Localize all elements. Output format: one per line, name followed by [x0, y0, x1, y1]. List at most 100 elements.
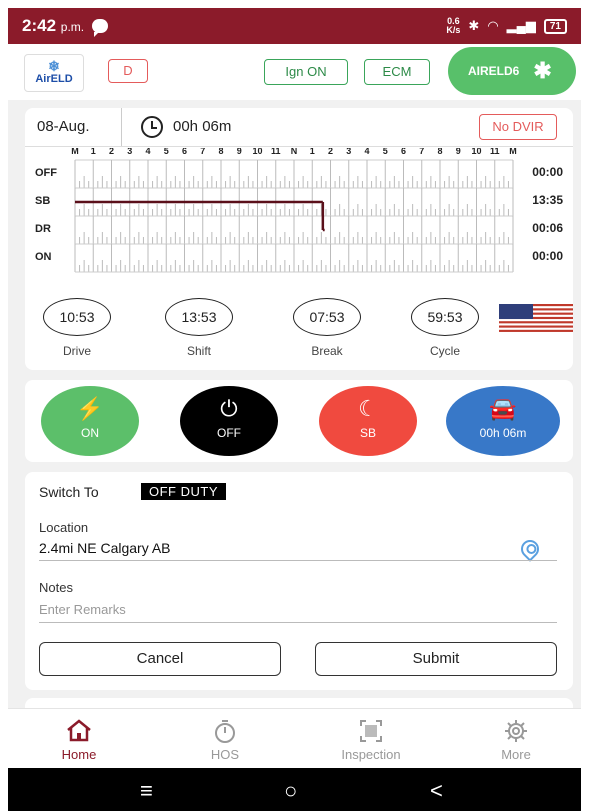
car-icon: 🚘 — [489, 396, 517, 421]
power-icon: ⏻ — [220, 396, 238, 421]
hour-label: 2 — [109, 148, 114, 156]
hour-label: 11 — [271, 148, 281, 156]
hour-label: 3 — [346, 148, 351, 156]
row-total: 00:00 — [532, 249, 563, 263]
log-graph: M 1 2 3 4 5 6 7 8 9 10 11 N 1 2 3 4 5 6 7 8 9 10 11 M OFF 00:00 SB 1… — [35, 148, 563, 273]
system-navigation-bar: ≡ ○ < — [8, 768, 581, 811]
current-duration: 00h 06m — [173, 118, 232, 135]
log-date[interactable]: 08-Aug. — [37, 118, 90, 135]
hour-label: 9 — [456, 148, 461, 156]
home-circle-icon[interactable]: ○ — [284, 778, 297, 804]
hour-label: 6 — [182, 148, 187, 156]
hour-label: 7 — [200, 148, 205, 156]
timer-icon — [215, 720, 235, 743]
network-speed: 0.6 K/s — [446, 16, 461, 35]
row-label: DR — [35, 223, 51, 235]
device-connection-button[interactable]: AIRELD6 ✱ — [448, 47, 576, 95]
nav-inspection[interactable]: Inspection — [326, 709, 416, 762]
row-label: ON — [35, 251, 52, 263]
hour-label: 4 — [364, 148, 369, 156]
hour-label: N — [291, 148, 298, 156]
on-duty-button[interactable]: ⚡ ON — [41, 386, 139, 456]
hour-label: 8 — [437, 148, 442, 156]
divider — [25, 146, 573, 147]
app-content: ❄ AirELD D Ign ON ECM AIRELD6 ✱ 08-Aug. 00… — [8, 44, 581, 708]
status-bar: 2:42 p.m. 0.6 K/s ✱ ◠ ▂▄▆ 71 — [8, 8, 581, 44]
signal-icon: ▂▄▆ — [506, 18, 536, 33]
dvir-button[interactable]: No DVIR — [479, 114, 557, 140]
switch-status-card: Switch To OFF DUTY Location 2.4mi NE Cal… — [25, 472, 573, 690]
hour-label: 9 — [237, 148, 242, 156]
hour-label: 3 — [127, 148, 132, 156]
duty-status-card: ⚡ ON ⏻ OFF ☾ SB 🚘 00h 06m — [25, 380, 573, 462]
driving-button[interactable]: 🚘 00h 06m — [446, 386, 560, 456]
d-button[interactable]: D — [108, 59, 148, 83]
nav-home[interactable]: Home — [34, 709, 124, 762]
nav-hos[interactable]: HOS — [180, 709, 270, 762]
hour-label: 1 — [310, 148, 315, 156]
row-label: OFF — [35, 167, 57, 179]
location-underline — [39, 560, 557, 561]
scan-icon — [360, 720, 382, 742]
hour-label: 10 — [471, 148, 481, 156]
hour-label: M — [509, 148, 517, 156]
top-header: ❄ AirELD D Ign ON ECM AIRELD6 ✱ — [8, 44, 581, 100]
notes-input[interactable]: Enter Remarks — [39, 602, 126, 617]
shift-label: Shift — [186, 344, 211, 358]
clock-icon — [141, 116, 163, 138]
hour-label: 4 — [145, 148, 150, 156]
back-icon[interactable]: < — [430, 778, 443, 804]
location-field[interactable]: 2.4mi NE Calgary AB — [39, 540, 171, 556]
nav-more[interactable]: More — [471, 709, 561, 762]
recent-apps-icon[interactable]: ≡ — [140, 778, 153, 804]
wifi-icon: ◠ — [487, 18, 499, 33]
moon-icon: ☾ — [358, 396, 378, 421]
shift-clock: 13:53 — [165, 298, 233, 336]
bottom-navigation: Home HOS Inspection More — [8, 708, 581, 768]
ignition-status-button[interactable]: Ign ON — [264, 59, 348, 85]
hos-clocks: 10:53 Drive 13:53 Shift 07:53 Break 59:5… — [25, 298, 573, 368]
bluetooth-connected-icon: ✱ — [533, 58, 552, 83]
location-label: Location — [39, 520, 89, 535]
battery-icon: 71 — [543, 18, 567, 34]
notes-label: Notes — [39, 580, 73, 595]
notes-underline — [39, 622, 557, 623]
hour-label: 8 — [218, 148, 223, 156]
cancel-button[interactable]: Cancel — [39, 642, 281, 676]
location-pin-icon[interactable] — [517, 536, 543, 562]
row-total: 00:00 — [532, 165, 563, 179]
cycle-clock: 59:53 — [411, 298, 479, 336]
ecm-button[interactable]: ECM — [364, 59, 430, 85]
bluetooth-icon: ✱ — [468, 18, 480, 33]
off-duty-button[interactable]: ⏻ OFF — [180, 386, 278, 456]
cycle-label: Cycle — [429, 344, 460, 358]
selected-status-badge: OFF DUTY — [141, 483, 226, 500]
hos-card: 08-Aug. 00h 06m No DVIR M 1 2 3 4 5 6 7 8 9 10 11 N 1… — [25, 108, 573, 370]
app-logo: ❄ AirELD — [24, 54, 84, 92]
drive-clock: 10:53 — [43, 298, 111, 336]
hour-label: 6 — [401, 148, 406, 156]
next-card-stub — [25, 698, 573, 708]
hour-label: 10 — [252, 148, 262, 156]
break-label: Break — [311, 344, 343, 358]
divider — [121, 108, 122, 146]
home-icon — [67, 719, 91, 742]
row-total: 00:06 — [532, 221, 563, 235]
hour-label: 5 — [383, 148, 388, 156]
hour-label: 7 — [419, 148, 424, 156]
submit-button[interactable]: Submit — [315, 642, 557, 676]
hour-label: 2 — [328, 148, 333, 156]
drive-label: Drive — [62, 344, 91, 358]
hour-label: 11 — [490, 148, 500, 156]
break-clock: 07:53 — [293, 298, 361, 336]
us-flag-icon[interactable] — [499, 304, 573, 332]
message-notification-icon — [92, 19, 109, 37]
switch-to-label: Switch To — [39, 484, 99, 500]
sleeper-berth-button[interactable]: ☾ SB — [319, 386, 417, 456]
row-total: 13:35 — [532, 193, 563, 207]
logo-snowflake-icon: ❄ — [48, 58, 60, 74]
hour-label: M — [71, 148, 79, 156]
clock-time: 2:42 p.m. — [22, 16, 85, 35]
lightning-icon: ⚡ — [76, 396, 104, 421]
row-label: SB — [35, 195, 50, 207]
